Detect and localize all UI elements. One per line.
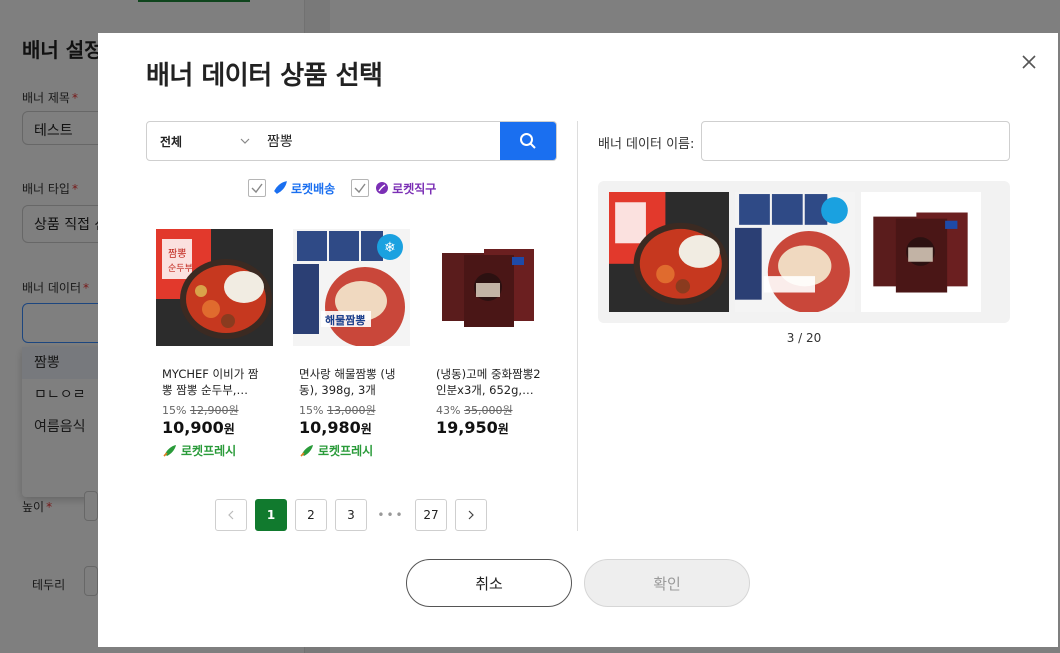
pagination-page-button[interactable]: 27 xyxy=(415,499,447,531)
rocket-icon xyxy=(300,444,313,457)
chevron-left-icon xyxy=(228,510,234,520)
product-image xyxy=(430,229,547,346)
search-icon xyxy=(520,133,536,149)
category-select[interactable]: 전체 xyxy=(147,122,259,160)
panel-divider xyxy=(577,121,578,531)
svg-text:해물짬뽕: 해물짬뽕 xyxy=(325,313,365,327)
search-input[interactable] xyxy=(259,122,500,160)
rocket-global-label: 로켓직구 xyxy=(375,180,436,197)
cancel-button[interactable]: 취소 xyxy=(406,559,572,607)
pagination: 1 2 3 ••• 27 xyxy=(215,499,487,531)
search-button[interactable] xyxy=(500,122,556,160)
selected-product-thumb[interactable] xyxy=(609,192,729,312)
chevron-right-icon xyxy=(468,510,474,520)
pagination-ellipsis: ••• xyxy=(375,499,407,531)
rocket-global-icon xyxy=(376,182,389,194)
product-price: 19,950원 xyxy=(436,418,509,437)
product-price: 10,900원 xyxy=(162,418,235,437)
pagination-page-button[interactable]: 1 xyxy=(255,499,287,531)
selected-product-thumb[interactable] xyxy=(735,192,855,312)
pagination-next-button[interactable] xyxy=(455,499,487,531)
product-card[interactable]: ❄ 해물짬뽕 면사랑 해물짬뽕 (냉동), 398g, 3개 15% 13,00… xyxy=(293,229,410,459)
product-search-bar: 전체 xyxy=(146,121,557,161)
product-select-modal: 배너 데이터 상품 선택 전체 로켓배송 xyxy=(98,33,1058,647)
rocket-fresh-badge: 로켓프레시 xyxy=(156,442,273,459)
product-name: MYCHEF 이비가 짬뽕 짬뽕 순두부, 1005g… xyxy=(162,367,259,397)
product-card[interactable]: 짬뽕 순두부 MYCHEF 이비가 짬뽕 짬뽕 순두부, 1005g… 15% … xyxy=(156,229,273,459)
modal-title: 배너 데이터 상품 선택 xyxy=(146,61,383,91)
selected-product-thumb[interactable] xyxy=(861,192,981,312)
pagination-page-button[interactable]: 3 xyxy=(335,499,367,531)
svg-text:❄: ❄ xyxy=(384,240,396,256)
rocket-icon xyxy=(163,444,176,457)
product-discount: 43% 35,000원 xyxy=(436,404,513,417)
rocket-delivery-label: 로켓배송 xyxy=(272,180,335,197)
product-list: 짬뽕 순두부 MYCHEF 이비가 짬뽕 짬뽕 순두부, 1005g… 15% … xyxy=(156,229,547,459)
checkbox-rocket-global[interactable] xyxy=(351,179,370,197)
filter-rocket-delivery[interactable]: 로켓배송 xyxy=(248,179,335,197)
selected-products-preview xyxy=(598,181,1010,323)
product-discount: 15% 13,000원 xyxy=(299,404,376,417)
confirm-button[interactable]: 확인 xyxy=(584,559,750,607)
product-name: (냉동)고메 중화짬뽕2인분x3개, 652g, 1… xyxy=(436,367,541,397)
rocket-icon xyxy=(274,181,287,194)
banner-name-input[interactable] xyxy=(701,121,1010,161)
product-image: ❄ 해물짬뽕 xyxy=(293,229,410,346)
close-icon[interactable] xyxy=(1018,51,1040,73)
product-price: 10,980원 xyxy=(299,418,372,437)
product-discount: 15% 12,900원 xyxy=(162,404,239,417)
banner-name-label: 배너 데이터 이름: xyxy=(598,137,695,152)
pagination-prev-button[interactable] xyxy=(215,499,247,531)
rocket-fresh-badge: 로켓프레시 xyxy=(293,442,410,459)
filter-rocket-global[interactable]: 로켓직구 xyxy=(351,179,436,197)
svg-text:짬뽕: 짬뽕 xyxy=(168,248,186,260)
delivery-filters: 로켓배송 로켓직구 xyxy=(248,179,436,197)
product-card[interactable]: (냉동)고메 중화짬뽕2인분x3개, 652g, 1… 43% 35,000원 … xyxy=(430,229,547,459)
chevron-down-icon xyxy=(240,138,250,144)
check-icon xyxy=(251,183,263,194)
selected-count: 3 / 20 xyxy=(786,331,822,345)
product-image: 짬뽕 순두부 xyxy=(156,229,273,346)
pagination-page-button[interactable]: 2 xyxy=(295,499,327,531)
svg-text:순두부: 순두부 xyxy=(168,263,193,274)
product-name: 면사랑 해물짬뽕 (냉동), 398g, 3개 xyxy=(299,367,396,397)
checkbox-rocket-delivery[interactable] xyxy=(248,179,266,197)
category-select-value: 전체 xyxy=(160,134,183,149)
check-icon xyxy=(354,183,366,194)
